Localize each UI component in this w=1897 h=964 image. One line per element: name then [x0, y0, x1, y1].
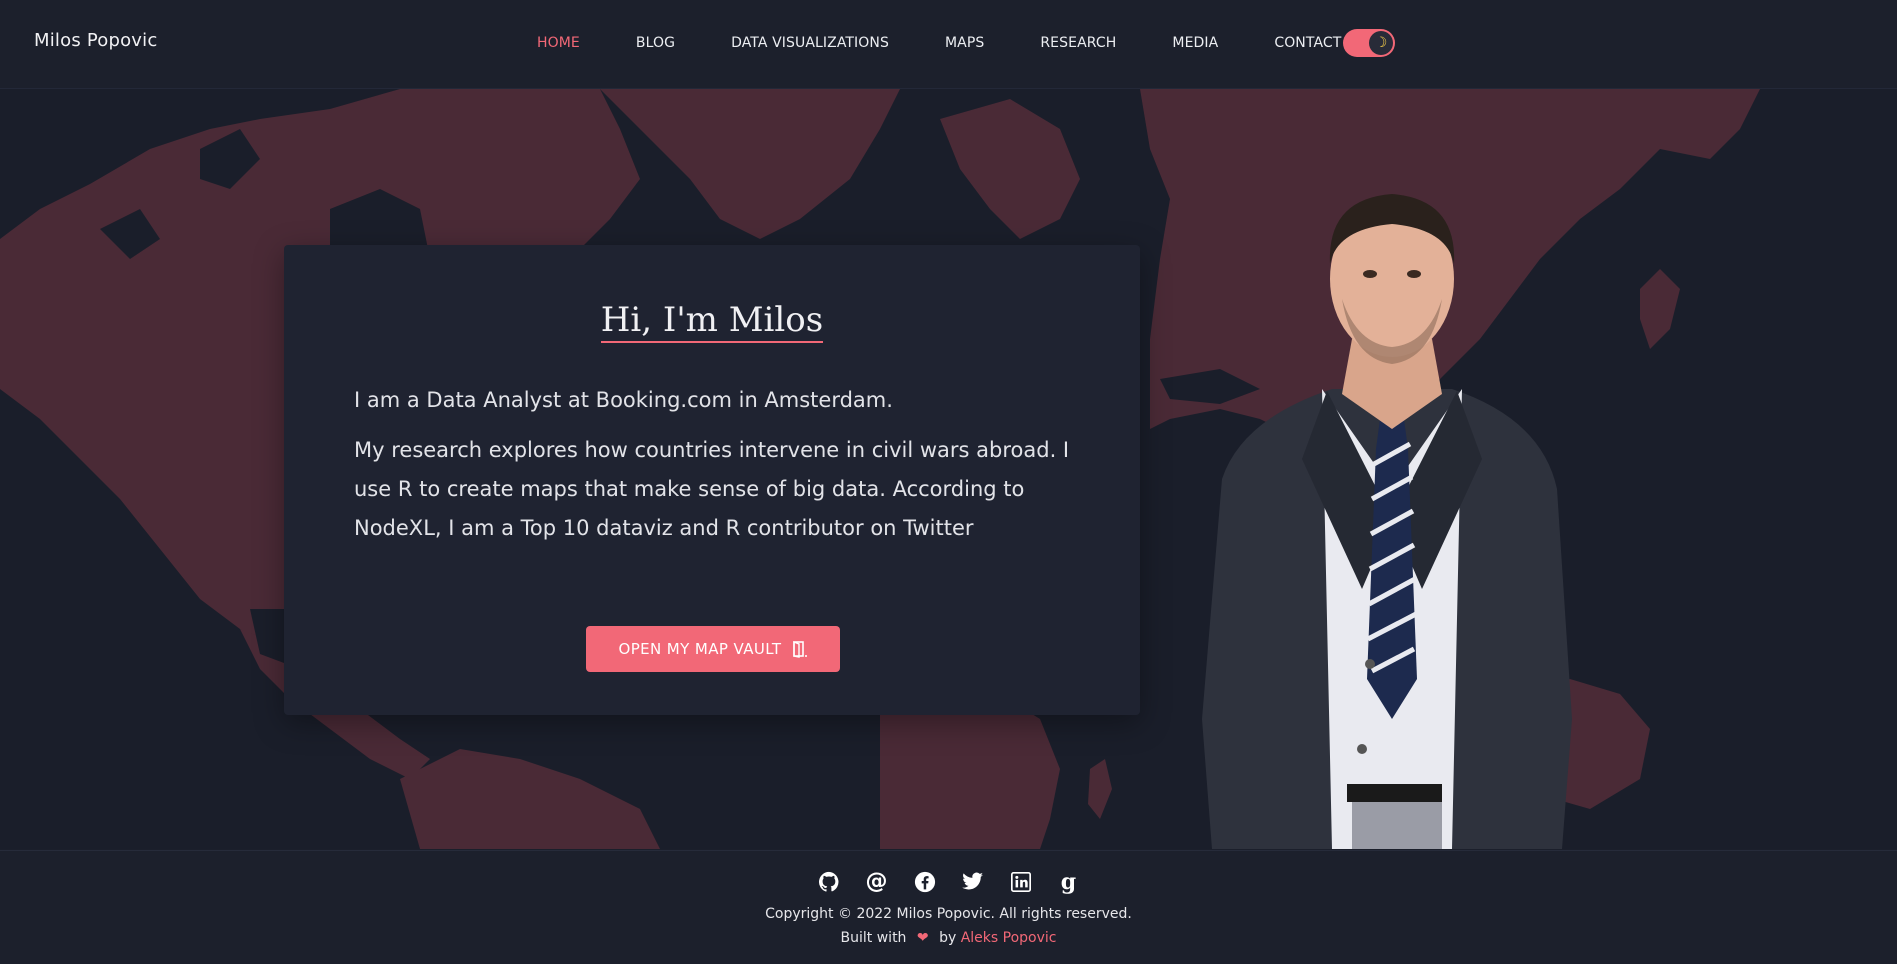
heart-icon: ❤	[916, 930, 929, 946]
moon-icon: ☽	[1369, 31, 1393, 55]
nav-item-media[interactable]: MEDIA	[1172, 35, 1218, 51]
intro-research-text: My research explores how countries inter…	[354, 438, 1070, 540]
intro-title: Hi, I'm Milos	[284, 300, 1140, 343]
main-nav: HOME BLOG DATA VISUALIZATIONS MAPS RESEA…	[537, 33, 1397, 53]
nav-item-data-visualizations[interactable]: DATA VISUALIZATIONS	[731, 35, 889, 51]
google-scholar-icon[interactable]: g	[1056, 869, 1082, 895]
nav-item-maps[interactable]: MAPS	[945, 35, 984, 51]
intro-card: Hi, I'm Milos I am a Data Analyst at Boo…	[284, 245, 1140, 715]
cta-label: OPEN MY MAP VAULT	[618, 640, 782, 658]
facebook-icon[interactable]	[912, 869, 938, 895]
intro-job-text: I am a Data Analyst at Booking.com in Am…	[354, 388, 893, 412]
email-icon[interactable]: @	[864, 869, 890, 895]
nav-item-contact[interactable]: CONTACT	[1274, 35, 1341, 51]
nav-item-blog[interactable]: BLOG	[636, 35, 675, 51]
theme-toggle[interactable]: ☽	[1343, 29, 1395, 57]
built-with-prefix: Built with	[840, 930, 907, 946]
top-navbar: Milos Popovic HOME BLOG DATA VISUALIZATI…	[0, 0, 1897, 89]
author-link[interactable]: Aleks Popovic	[961, 930, 1057, 946]
open-map-vault-button[interactable]: OPEN MY MAP VAULT	[586, 626, 840, 672]
built-with-line: Built with ❤ by Aleks Popovic	[0, 930, 1897, 946]
copyright-text: Copyright © 2022 Milos Popovic. All righ…	[765, 906, 1132, 922]
social-links: @ g	[0, 869, 1897, 895]
linkedin-icon[interactable]	[1008, 869, 1034, 895]
nav-item-home[interactable]: HOME	[537, 35, 580, 51]
twitter-icon[interactable]	[960, 869, 986, 895]
github-icon[interactable]	[816, 869, 842, 895]
hero-section: Hi, I'm Milos I am a Data Analyst at Boo…	[0, 89, 1897, 849]
site-brand[interactable]: Milos Popovic	[34, 30, 157, 51]
nav-item-research[interactable]: RESEARCH	[1040, 35, 1116, 51]
footer: @ g Copyright © 2022 Milos Popovic. All …	[0, 850, 1897, 964]
intro-title-text: Hi, I'm Milos	[600, 300, 824, 343]
door-icon	[792, 640, 807, 658]
built-by-text: by	[939, 930, 957, 946]
portrait-photo	[1202, 194, 1572, 849]
